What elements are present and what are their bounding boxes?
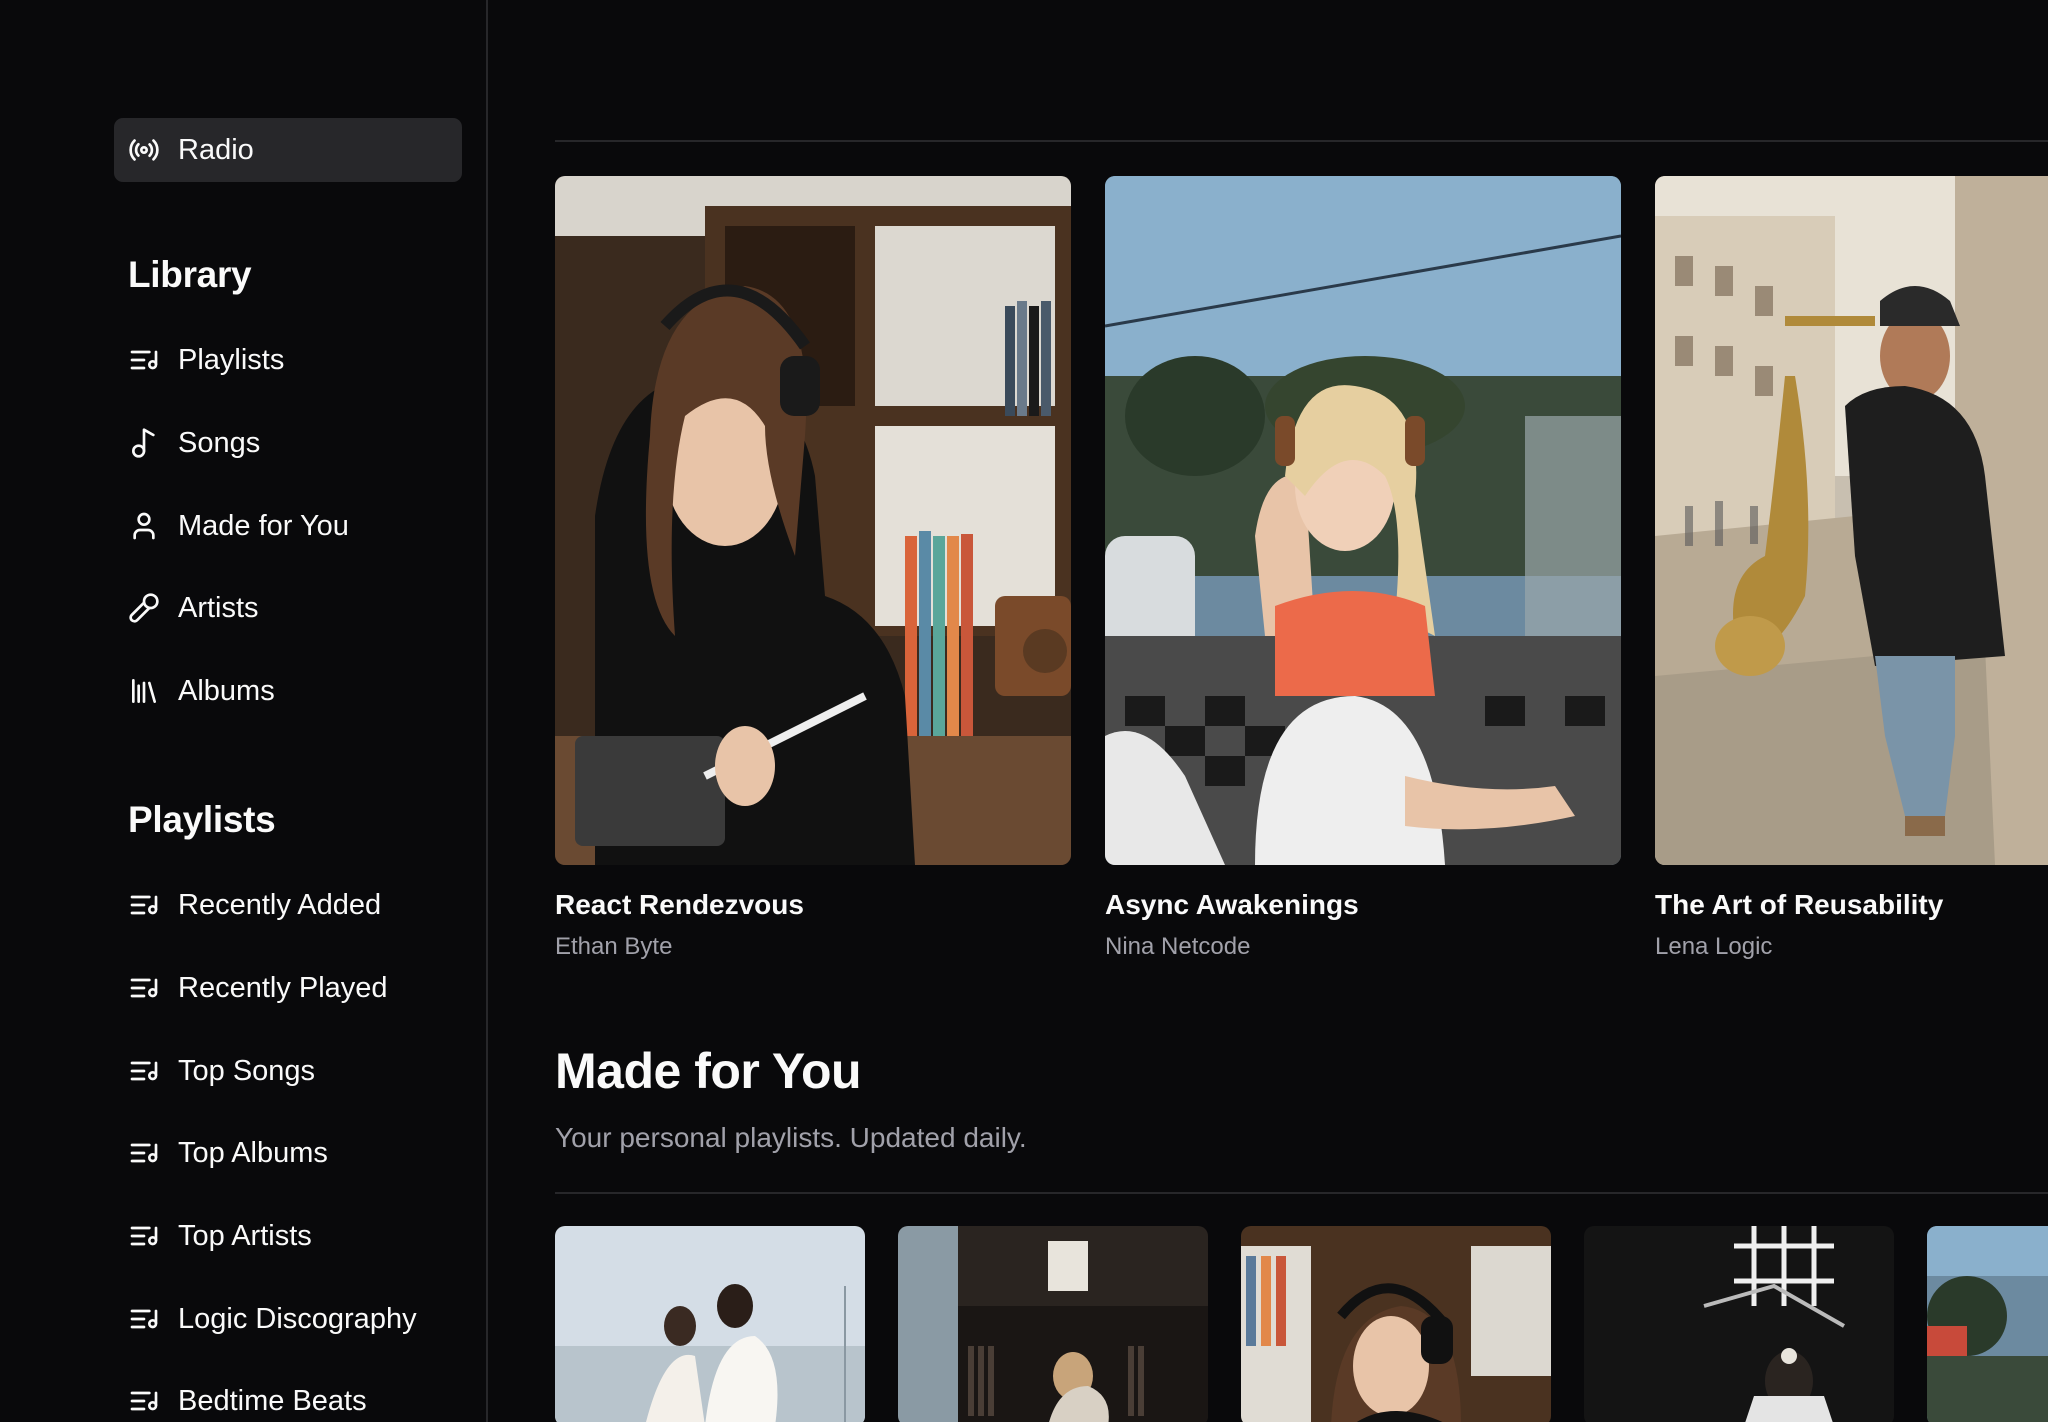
sidebar-item-albums[interactable]: Albums — [114, 659, 462, 723]
playlist-icon — [128, 1055, 160, 1087]
sidebar-item-made-for-you[interactable]: Made for You — [114, 494, 462, 558]
playlist-icon — [128, 1385, 160, 1417]
playlist-icon — [128, 889, 160, 921]
sidebar-item-top-artists[interactable]: Top Artists — [114, 1204, 462, 1268]
album-card-react-rendezvous[interactable]: React Rendezvous Ethan Byte — [555, 176, 1071, 961]
sidebar-item-artists[interactable]: Artists — [114, 576, 462, 640]
playlist-icon — [128, 1220, 160, 1252]
radio-icon — [128, 134, 160, 166]
sidebar-item-label: Bedtime Beats — [178, 1384, 367, 1417]
sidebar-item-label: Logic Discography — [178, 1302, 417, 1335]
album-card-the-art-of-reusability[interactable]: The Art of Reusability Lena Logic — [1655, 176, 2048, 961]
sidebar-item-radio[interactable]: Radio — [114, 118, 462, 182]
sidebar-item-label: Top Albums — [178, 1136, 328, 1169]
sidebar-item-recently-played[interactable]: Recently Played — [114, 956, 462, 1020]
album-cover-image[interactable] — [1105, 176, 1621, 865]
sidebar-item-label: Recently Added — [178, 888, 382, 921]
sidebar: Radio Library Playlists Songs Made for Y… — [0, 0, 488, 1422]
sidebar-item-label: Songs — [178, 426, 261, 459]
playlists-section-title: Playlists — [128, 799, 276, 840]
sidebar-item-label: Albums — [178, 674, 275, 707]
music-note-icon — [128, 427, 160, 459]
sidebar-item-label: Artists — [178, 591, 259, 624]
music-app: Radio Library Playlists Songs Made for Y… — [0, 0, 2048, 1422]
divider — [555, 1192, 2048, 1194]
playlist-cover-2[interactable] — [898, 1226, 1208, 1422]
album-card-async-awakenings[interactable]: Async Awakenings Nina Netcode — [1105, 176, 1621, 961]
sidebar-item-bedtime-beats[interactable]: Bedtime Beats — [114, 1369, 462, 1422]
album-artist: Lena Logic — [1655, 933, 1773, 960]
sidebar-item-logic-discography[interactable]: Logic Discography — [114, 1287, 462, 1351]
album-cover-image[interactable] — [1655, 176, 2048, 865]
sidebar-item-label: Playlists — [178, 343, 285, 376]
divider — [555, 140, 2048, 142]
microphone-icon — [128, 592, 160, 624]
sidebar-item-top-albums[interactable]: Top Albums — [114, 1121, 462, 1185]
playlist-icon — [128, 1137, 160, 1169]
playlist-cover-1[interactable] — [555, 1226, 865, 1422]
sidebar-item-label: Made for You — [178, 509, 349, 542]
sidebar-item-label: Recently Played — [178, 971, 388, 1004]
sidebar-item-label: Top Songs — [178, 1054, 316, 1087]
playlist-cover-5[interactable] — [1927, 1226, 2048, 1422]
album-artist: Ethan Byte — [555, 933, 673, 960]
sidebar-item-label: Top Artists — [178, 1219, 312, 1252]
user-icon — [128, 510, 160, 542]
main-content: React Rendezvous Ethan Byte Async Awaken… — [490, 0, 2048, 1422]
album-cover-image[interactable] — [555, 176, 1071, 865]
sidebar-item-playlists[interactable]: Playlists — [114, 328, 462, 392]
playlist-icon — [128, 344, 160, 376]
library-icon — [128, 675, 160, 707]
sidebar-item-top-songs[interactable]: Top Songs — [114, 1039, 462, 1103]
album-title: Async Awakenings — [1105, 889, 1359, 920]
sidebar-item-songs[interactable]: Songs — [114, 411, 462, 475]
library-section-title: Library — [128, 254, 252, 295]
playlist-icon — [128, 1303, 160, 1335]
playlist-cover-3[interactable] — [1241, 1226, 1551, 1422]
album-artist: Nina Netcode — [1105, 933, 1251, 960]
album-title: The Art of Reusability — [1655, 889, 1944, 920]
sidebar-item-label: Radio — [178, 133, 254, 166]
album-title: React Rendezvous — [555, 889, 804, 920]
sidebar-item-recently-added[interactable]: Recently Added — [114, 873, 462, 937]
made-for-you-subtitle: Your personal playlists. Updated daily. — [555, 1122, 1027, 1153]
playlist-cover-4[interactable] — [1584, 1226, 1894, 1422]
playlist-icon — [128, 972, 160, 1004]
made-for-you-heading: Made for You — [555, 1043, 862, 1099]
